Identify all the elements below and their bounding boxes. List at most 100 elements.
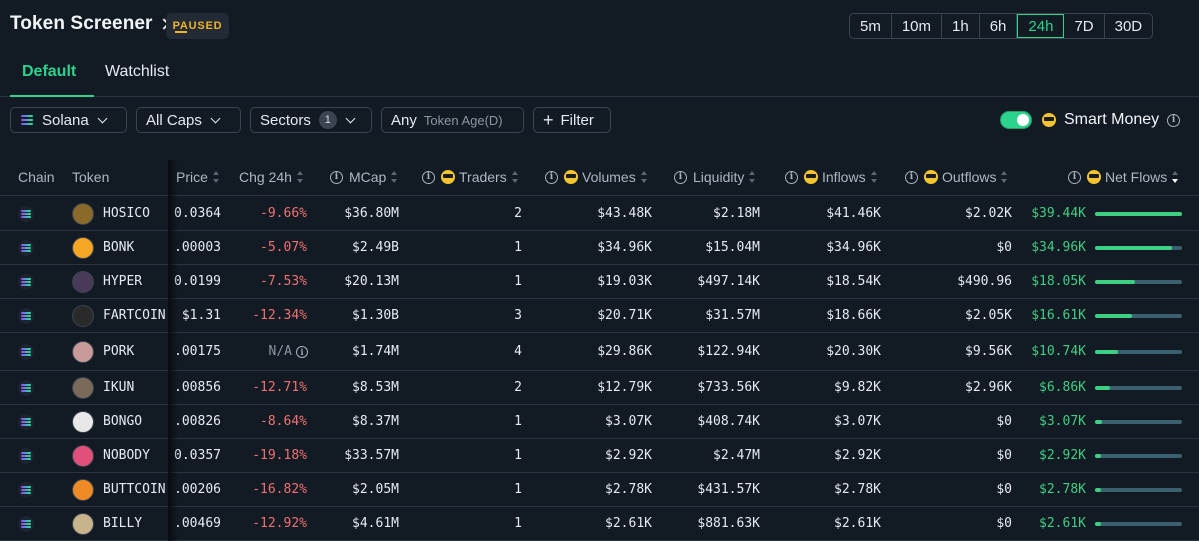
info-icon: i: [422, 170, 435, 184]
col-outflows[interactable]: i Outflows: [905, 169, 1008, 185]
inflows-cell: $18.54K: [826, 274, 881, 289]
info-icon[interactable]: i: [296, 345, 308, 358]
token-name[interactable]: BONGO: [103, 405, 142, 438]
volumes-cell: $34.96K: [597, 240, 652, 255]
liquidity-cell: $2.47M: [713, 448, 760, 463]
sunglasses-face-icon: [1042, 113, 1056, 127]
table-row[interactable]: NOBODY 0.0357 -19.18% $33.57M 1 $2.92K $2.47M $…: [0, 439, 1199, 473]
table-row[interactable]: BONGO .00826 -8.64% $8.37M 1 $3.07K $408.74K $3…: [0, 405, 1199, 439]
inflows-cell: $20.30K: [826, 344, 881, 359]
liquidity-cell: $31.57M: [705, 308, 760, 323]
table-row[interactable]: FARTCOIN $1.31 -12.34% $1.30B 3 $20.71K $31.57…: [0, 299, 1199, 333]
col-netflows[interactable]: i Net Flows: [1068, 169, 1179, 185]
col-liquidity-label: Liquidity: [693, 169, 745, 185]
col-netflows-label: Net Flows: [1105, 169, 1168, 185]
traders-cell: 1: [514, 516, 522, 531]
timeframe-30d[interactable]: 30D: [1105, 14, 1153, 38]
token-name[interactable]: PORK: [103, 333, 134, 370]
netflows-cell: $34.96K: [1031, 240, 1086, 255]
table-row[interactable]: HOSICO 0.0364 -9.66% $36.80M 2 $43.48K $2.18M $…: [0, 197, 1199, 231]
table-row[interactable]: BONK .00003 -5.07% $2.49B 1 $34.96K $15.04M $34…: [0, 231, 1199, 265]
chg-cell: N/A i: [230, 333, 308, 370]
table-header: Chain Token Price Chg 24h i MCap i Traders…: [0, 160, 1199, 196]
inflows-cell: $2.61K: [834, 516, 881, 531]
title-link[interactable]: Token Screener: [10, 13, 170, 35]
solana-chain-icon: [18, 307, 34, 324]
token-name[interactable]: HOSICO: [103, 197, 150, 230]
col-liquidity[interactable]: i Liquidity: [674, 169, 756, 185]
sectors-dropdown[interactable]: Sectors 1: [250, 107, 372, 133]
table-row[interactable]: BILLY .00469 -12.92% $4.61M 1 $2.61K $881.63K $…: [0, 507, 1199, 541]
token-avatar: [72, 512, 94, 535]
token-name[interactable]: IKUN: [103, 371, 134, 404]
price-cell: .00826: [174, 414, 221, 429]
table-row[interactable]: BUTTCOIN .00206 -16.82% $2.05M 1 $2.78K $431.5…: [0, 473, 1199, 507]
col-chg[interactable]: Chg 24h: [239, 169, 304, 185]
sort-icon: [640, 171, 648, 183]
netflow-bar: [1095, 487, 1182, 492]
info-icon: i: [330, 170, 343, 184]
chevron-down-icon: [210, 113, 221, 123]
caps-dropdown[interactable]: All Caps: [136, 107, 241, 133]
netflows-cell: $2.61K: [1039, 516, 1086, 531]
netflow-bar-fill: [1095, 487, 1102, 492]
netflow-bar-fill: [1095, 279, 1136, 284]
col-inflows[interactable]: i Inflows: [785, 169, 878, 185]
netflows-cell: $10.74K: [1031, 344, 1086, 359]
traders-cell: 1: [514, 482, 522, 497]
price-cell: .00856: [174, 380, 221, 395]
volumes-cell: $2.92K: [605, 448, 652, 463]
timeframe-6h[interactable]: 6h: [980, 14, 1018, 38]
netflow-bar: [1095, 419, 1182, 424]
tab-watchlist[interactable]: Watchlist: [105, 63, 169, 81]
mcap-cell: $2.05M: [352, 482, 399, 497]
outflows-cell: $0: [996, 448, 1012, 463]
toggle-knob: [1017, 114, 1029, 126]
solana-chain-icon: [18, 273, 34, 290]
table-row[interactable]: PORK .00175 N/A i $1.74M 4 $29.86K $122.94K $20.…: [0, 333, 1199, 371]
netflow-bar: [1095, 313, 1182, 318]
col-traders[interactable]: i Traders: [422, 169, 519, 185]
col-volumes[interactable]: i Volumes: [545, 169, 648, 185]
traders-cell: 1: [514, 240, 522, 255]
token-name[interactable]: BONK: [103, 231, 134, 264]
inflows-cell: $2.92K: [834, 448, 881, 463]
smart-money-toggle[interactable]: [1000, 111, 1032, 129]
netflows-cell: $6.86K: [1039, 380, 1086, 395]
sunglasses-face-icon: [441, 170, 455, 184]
filter-button[interactable]: + Filter: [533, 107, 611, 133]
timeframe-1h[interactable]: 1h: [942, 14, 980, 38]
liquidity-cell: $497.14K: [697, 274, 760, 289]
timeframe-5m[interactable]: 5m: [850, 14, 892, 38]
chevron-down-icon: [345, 113, 356, 123]
token-name[interactable]: HYPER: [103, 265, 142, 298]
token-name[interactable]: NOBODY: [103, 439, 150, 472]
col-mcap[interactable]: i MCap: [330, 169, 398, 185]
timeframe-10m[interactable]: 10m: [892, 14, 943, 38]
timeframe-24h[interactable]: 24h: [1017, 14, 1065, 38]
info-icon[interactable]: i: [1167, 113, 1181, 127]
token-name[interactable]: BILLY: [103, 507, 142, 540]
timeframe-7d[interactable]: 7D: [1064, 14, 1105, 38]
netflow-bar: [1095, 211, 1182, 216]
col-token: Token: [72, 169, 110, 185]
chain-dropdown[interactable]: Solana: [10, 107, 127, 133]
info-icon: i: [785, 170, 798, 184]
chg-cell: -19.18%: [252, 448, 307, 463]
table-row[interactable]: HYPER 0.0199 -7.53% $20.13M 1 $19.03K $497.14K…: [0, 265, 1199, 299]
volumes-cell: $29.86K: [597, 344, 652, 359]
chg-cell: -7.53%: [260, 274, 307, 289]
sectors-count-badge: 1: [318, 111, 337, 129]
caps-dropdown-label: All Caps: [146, 111, 202, 129]
netflows-cell: $2.92K: [1039, 448, 1086, 463]
price-cell: .00206: [174, 482, 221, 497]
col-outflows-label: Outflows: [942, 169, 997, 185]
col-price[interactable]: Price: [176, 169, 220, 185]
tab-default[interactable]: Default: [22, 63, 76, 81]
table-row[interactable]: IKUN .00856 -12.71% $8.53M 2 $12.79K $733.56K $…: [0, 371, 1199, 405]
liquidity-cell: $15.04M: [705, 240, 760, 255]
token-age-filter[interactable]: Any Token Age(D): [381, 107, 524, 133]
volumes-cell: $2.61K: [605, 516, 652, 531]
volumes-cell: $43.48K: [597, 206, 652, 221]
netflow-bar: [1095, 385, 1182, 390]
